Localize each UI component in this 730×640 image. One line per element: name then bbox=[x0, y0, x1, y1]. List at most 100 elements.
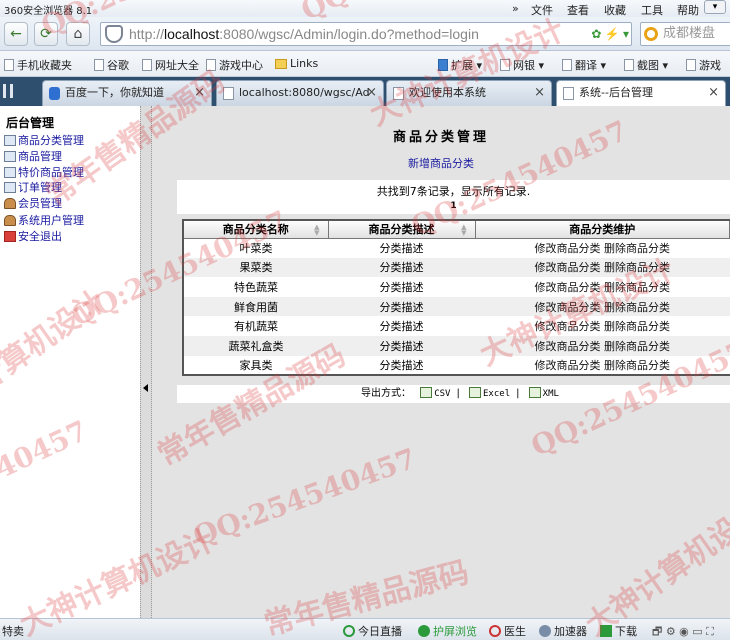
tab-localhost[interactable]: localhost:8080/wgsc/Ad × bbox=[216, 80, 384, 106]
toolbar-bank[interactable]: 网银 ▾ bbox=[500, 57, 544, 73]
row-actions: 修改商品分类 删除商品分类 bbox=[475, 296, 730, 317]
collapse-arrow-icon[interactable] bbox=[143, 384, 148, 392]
tab-admin[interactable]: 系统--后台管理 × bbox=[556, 80, 726, 106]
search-engine-icon bbox=[644, 27, 658, 41]
edit-icon bbox=[4, 135, 16, 146]
column-header-name[interactable]: 商品分类名称 ▲ ▼ bbox=[182, 219, 329, 239]
download-icon bbox=[600, 625, 612, 637]
toolbar-screenshot[interactable]: 截图 ▾ bbox=[624, 57, 668, 73]
menu-help[interactable]: 帮助 bbox=[677, 2, 699, 18]
tab-baidu[interactable]: 百度一下，你就知道 × bbox=[42, 80, 212, 106]
window-menu-button[interactable]: ▾ bbox=[704, 0, 726, 14]
gamepad-icon bbox=[206, 59, 216, 71]
export-csv-link[interactable]: CSV bbox=[420, 387, 450, 399]
status-special[interactable]: 特卖 bbox=[2, 623, 24, 639]
user-icon bbox=[4, 215, 16, 226]
page-icon bbox=[393, 87, 404, 100]
tab-welcome[interactable]: 欢迎使用本系统 × bbox=[386, 80, 552, 106]
eye-care-icon bbox=[418, 625, 430, 637]
url-host: localhost bbox=[164, 26, 220, 42]
delete-category-link[interactable]: 删除商品分类 bbox=[604, 320, 670, 333]
status-tray-icons[interactable]: 🗗 ⚙ ◉ ▭ ⛶ bbox=[652, 623, 714, 640]
edit-category-link[interactable]: 修改商品分类 bbox=[535, 281, 601, 294]
search-placeholder: 成都楼盘 bbox=[663, 26, 716, 41]
add-category-link[interactable]: 新增商品分类 bbox=[152, 155, 730, 171]
edit-category-link[interactable]: 修改商品分类 bbox=[535, 261, 601, 274]
bookmark-links[interactable]: Links bbox=[275, 57, 318, 70]
url-status-icons[interactable]: ✿ ⚡ ▾ bbox=[591, 23, 629, 45]
shield-icon bbox=[105, 25, 123, 43]
export-label: 导出方式： bbox=[361, 388, 411, 399]
sort-icon[interactable]: ▲ ▼ bbox=[314, 224, 319, 237]
category-table: 商品分类名称 ▲ ▼ 商品分类描述 ▲ ▼ 商品分类维护 叶菜类 分类描述 修改商品分类… bbox=[182, 219, 730, 377]
window-icon bbox=[4, 151, 16, 162]
bookmark-hao[interactable]: 网址大全 bbox=[142, 57, 199, 73]
search-input[interactable]: 成都楼盘 bbox=[640, 22, 730, 46]
toolbar-extensions[interactable]: 扩展 ▾ bbox=[438, 57, 482, 73]
bookmark-games[interactable]: 游戏中心 bbox=[206, 57, 263, 73]
export-bar: 导出方式： CSV | Excel | XML bbox=[177, 385, 730, 403]
tab-list-icon[interactable] bbox=[3, 84, 13, 98]
delete-category-link[interactable]: 删除商品分类 bbox=[604, 359, 670, 372]
delete-category-link[interactable]: 删除商品分类 bbox=[604, 261, 670, 274]
edit-category-link[interactable]: 修改商品分类 bbox=[535, 359, 601, 372]
menu-tools[interactable]: 工具 bbox=[641, 2, 663, 18]
row-actions: 修改商品分类 删除商品分类 bbox=[475, 355, 730, 376]
status-doctor[interactable]: 医生 bbox=[489, 623, 526, 639]
table-row: 叶菜类 分类描述 修改商品分类 删除商品分类 bbox=[183, 238, 730, 258]
frame-splitter[interactable] bbox=[140, 106, 152, 618]
toolbar-translate[interactable]: 翻译 ▾ bbox=[562, 57, 606, 73]
game-icon bbox=[686, 59, 696, 71]
status-accelerator[interactable]: 加速器 bbox=[539, 623, 587, 639]
menu-file[interactable]: 文件 bbox=[531, 2, 553, 18]
edit-category-link[interactable]: 修改商品分类 bbox=[535, 301, 601, 314]
close-icon[interactable]: × bbox=[708, 81, 719, 105]
menu-favorites[interactable]: 收藏 bbox=[604, 2, 626, 18]
edit-category-link[interactable]: 修改商品分类 bbox=[535, 340, 601, 353]
close-icon[interactable]: × bbox=[534, 81, 545, 105]
sidebar-item-products[interactable]: 商品管理 bbox=[4, 148, 62, 164]
sidebar-item-specials[interactable]: 特价商品管理 bbox=[4, 164, 84, 180]
sidebar-item-logout[interactable]: 安全退出 bbox=[4, 228, 62, 244]
menu-more[interactable]: » bbox=[512, 2, 519, 15]
row-actions: 修改商品分类 删除商品分类 bbox=[475, 238, 730, 258]
sidebar-item-members[interactable]: 会员管理 bbox=[4, 195, 62, 211]
delete-category-link[interactable]: 删除商品分类 bbox=[604, 242, 670, 255]
toolbar-games[interactable]: 游戏 bbox=[686, 57, 721, 73]
bookmark-mobile[interactable]: 手机收藏夹 bbox=[4, 57, 72, 73]
delete-category-link[interactable]: 删除商品分类 bbox=[604, 340, 670, 353]
edit-category-link[interactable]: 修改商品分类 bbox=[535, 320, 601, 333]
back-icon[interactable]: ← bbox=[4, 22, 28, 46]
column-header-desc[interactable]: 商品分类描述 ▲ ▼ bbox=[327, 219, 476, 239]
bookmark-google[interactable]: 谷歌 bbox=[94, 57, 129, 73]
delete-category-link[interactable]: 删除商品分类 bbox=[604, 301, 670, 314]
category-desc: 分类描述 bbox=[328, 277, 475, 297]
sidebar-item-system-users[interactable]: 系统用户管理 bbox=[4, 212, 84, 228]
export-xml-link[interactable]: XML bbox=[528, 387, 559, 399]
export-excel-link[interactable]: Excel bbox=[469, 387, 510, 399]
sidebar-item-category[interactable]: 商品分类管理 bbox=[4, 132, 84, 148]
translate-icon bbox=[562, 59, 572, 71]
category-desc: 分类描述 bbox=[328, 316, 475, 336]
menu-view[interactable]: 查看 bbox=[567, 2, 589, 18]
status-eye-care[interactable]: 护屏浏览 bbox=[418, 623, 477, 639]
status-live[interactable]: 今日直播 bbox=[343, 623, 402, 639]
status-bar: 特卖 今日直播 护屏浏览 医生 加速器 下载 🗗 ⚙ ◉ ▭ ⛶ bbox=[0, 618, 730, 640]
page-title: 商品分类管理 bbox=[392, 129, 489, 144]
close-icon[interactable]: × bbox=[366, 81, 377, 105]
page-number-link[interactable]: 1 bbox=[177, 199, 730, 214]
bank-icon bbox=[500, 59, 510, 71]
delete-category-link[interactable]: 删除商品分类 bbox=[604, 281, 670, 294]
refresh-icon[interactable]: ⟳ bbox=[34, 22, 58, 46]
row-actions: 修改商品分类 删除商品分类 bbox=[475, 257, 730, 278]
category-name: 果菜类 bbox=[183, 257, 328, 278]
home-icon[interactable]: ⌂ bbox=[66, 22, 90, 46]
close-icon[interactable]: × bbox=[194, 81, 205, 105]
sidebar-item-orders[interactable]: 订单管理 bbox=[4, 179, 62, 195]
summary-text: 共找到7条记录，显示所有记录. bbox=[376, 185, 531, 198]
url-field[interactable]: http://localhost:8080/wgsc/Admin/login.d… bbox=[100, 22, 632, 46]
extensions-icon bbox=[438, 59, 448, 71]
sort-icon[interactable]: ▲ ▼ bbox=[461, 224, 466, 237]
edit-category-link[interactable]: 修改商品分类 bbox=[535, 242, 601, 255]
status-download[interactable]: 下载 bbox=[600, 623, 637, 639]
